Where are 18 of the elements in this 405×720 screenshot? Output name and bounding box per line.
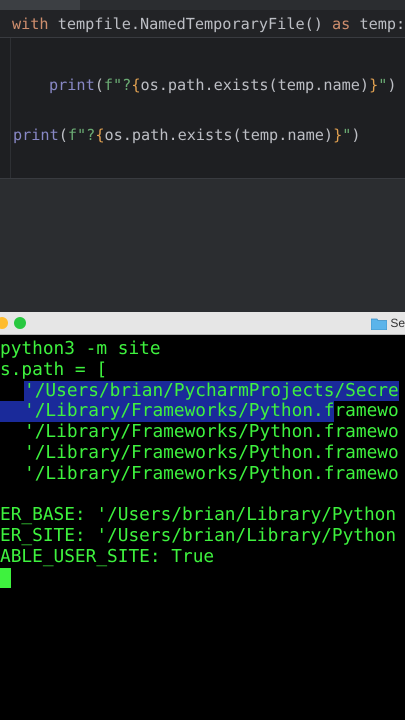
zoom-button[interactable] (14, 317, 26, 329)
terminal-cursor (0, 568, 11, 588)
terminal-text: s.path = [ (0, 360, 108, 381)
code-line: print(f"?{os.path.exists(temp.name)}") (12, 126, 361, 144)
terminal-text: python3 -m site (0, 339, 161, 360)
terminal-text: ABLE_USER_SITE: True (0, 546, 214, 568)
selected-text: '/Users/brian/PycharmProjects/Secre (24, 380, 399, 402)
editor-tab[interactable] (0, 0, 80, 10)
terminal-text: ER_BASE: '/Users/brian/Library/Python (0, 505, 396, 526)
terminal-text: '/Library/Frameworks/Python.framewo (24, 442, 399, 464)
selected-text: '/Library/Frameworks/Python.f (24, 401, 334, 422)
terminal-text: '/Library/Frameworks/Python.framewo (24, 464, 399, 485)
window-title: Se (390, 316, 405, 330)
terminal-text: ramewo (334, 401, 399, 422)
terminal-text: '/Library/Frameworks/Python.framewo (24, 422, 399, 443)
folder-icon (371, 316, 388, 330)
terminal-text: ER_SITE: '/Users/brian/Library/Python (0, 526, 396, 547)
code-line: print(f"?{os.path.exists(temp.name)}") (48, 76, 397, 94)
